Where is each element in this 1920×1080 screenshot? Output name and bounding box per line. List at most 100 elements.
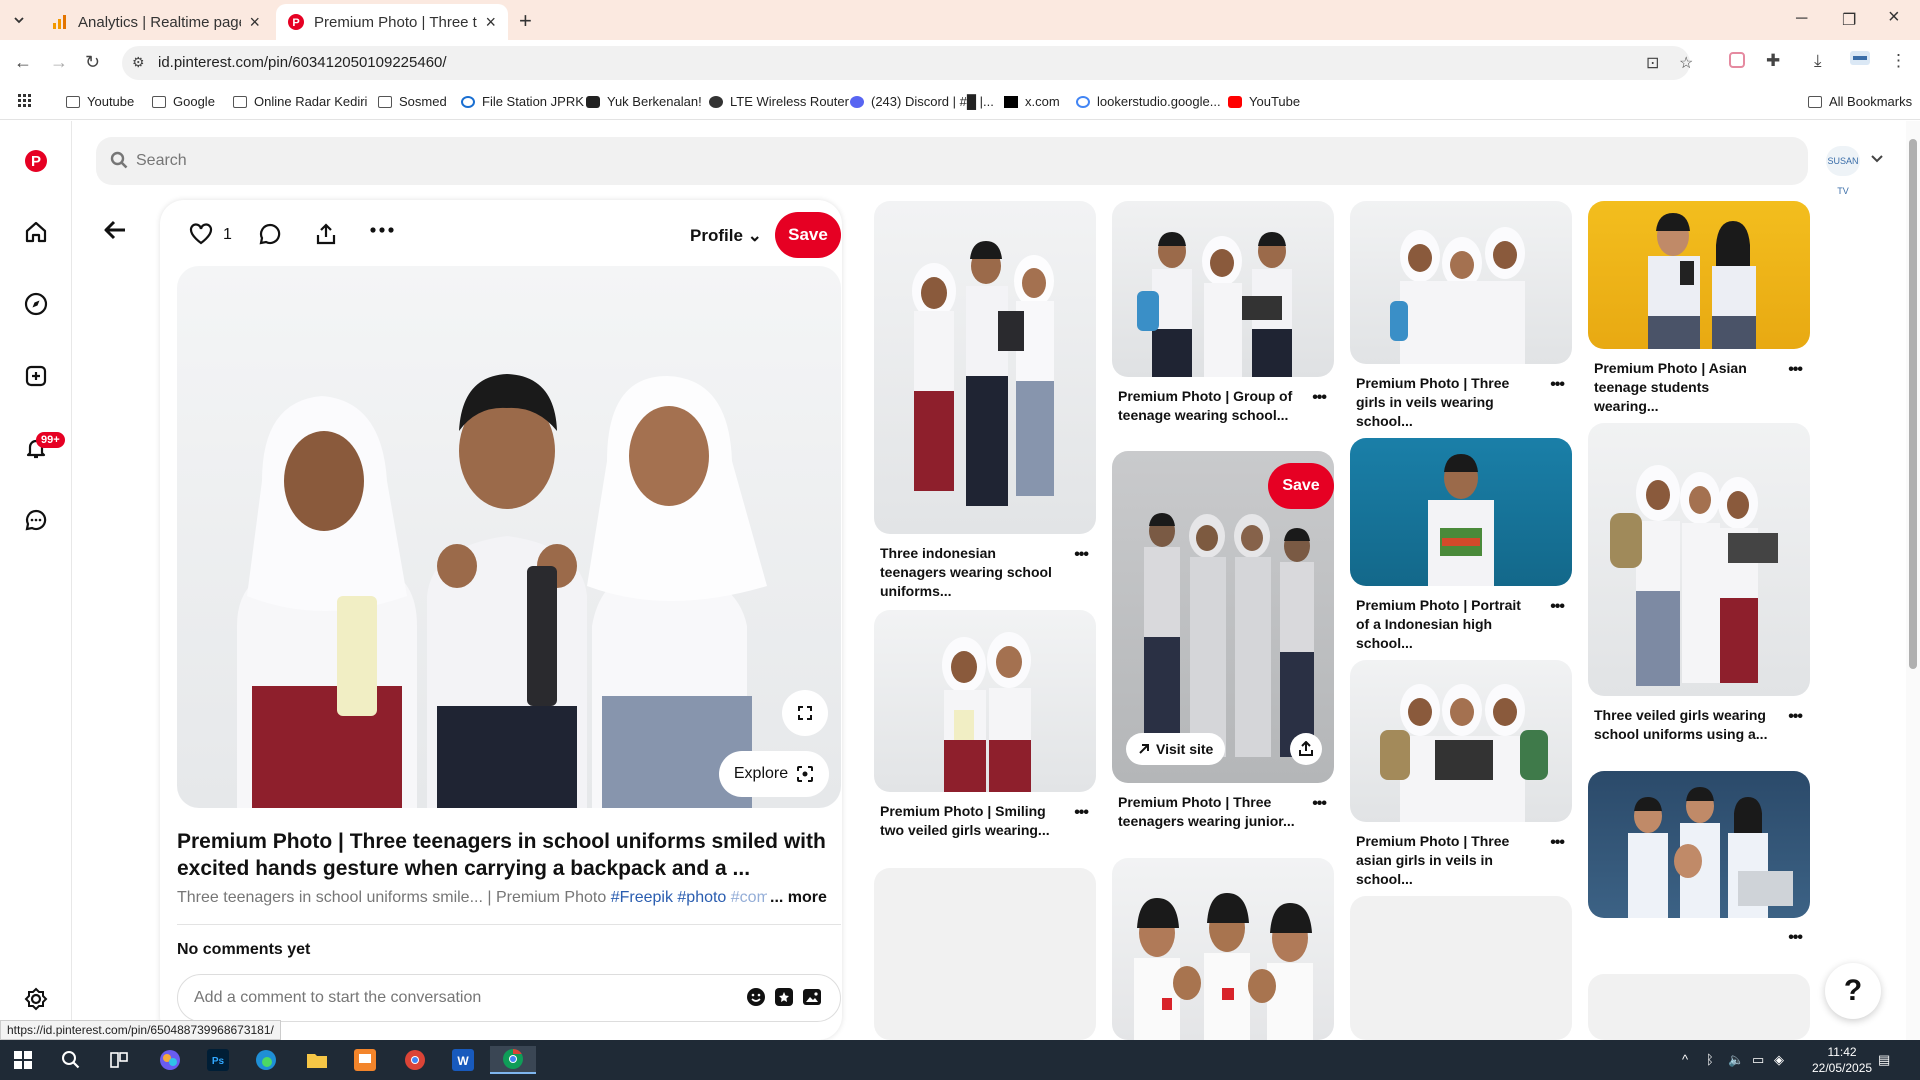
bluetooth-icon[interactable]: ᛒ bbox=[1706, 1052, 1714, 1067]
edge-icon[interactable] bbox=[251, 1046, 281, 1074]
help-button[interactable]: ? bbox=[1825, 963, 1881, 1019]
expand-icon[interactable] bbox=[782, 690, 828, 736]
display-icon[interactable]: ▭ bbox=[1752, 1052, 1764, 1068]
notifications-center-icon[interactable]: ▤ bbox=[1878, 1052, 1890, 1068]
bookmark-youtube[interactable]: YouTube bbox=[1228, 94, 1300, 109]
scrollbar-thumb[interactable] bbox=[1909, 139, 1917, 669]
more-options-icon[interactable]: ••• bbox=[1550, 834, 1565, 852]
forward-icon[interactable]: → bbox=[50, 52, 68, 73]
pin-image[interactable] bbox=[1588, 201, 1810, 349]
network-icon[interactable]: ◈ bbox=[1774, 1052, 1784, 1068]
bookmark-lookerstudio[interactable]: lookerstudio.google... bbox=[1076, 94, 1221, 109]
address-bar[interactable]: ⚙ id.pinterest.com/pin/60341205010922546… bbox=[122, 46, 1693, 80]
chrome-profile-icon[interactable] bbox=[400, 1046, 430, 1074]
minimize-icon[interactable]: ─ bbox=[1796, 10, 1807, 28]
hashtag-link[interactable]: #photo bbox=[677, 889, 726, 906]
save-button[interactable]: Save bbox=[1268, 463, 1334, 509]
pin-card[interactable]: Three veiled girls wearing school unifor… bbox=[1588, 423, 1810, 744]
pin-card[interactable]: ••• bbox=[1588, 771, 1810, 946]
install-app-icon[interactable]: ⊡ bbox=[1646, 53, 1659, 73]
settings-icon[interactable] bbox=[24, 987, 48, 1011]
extension-icon[interactable] bbox=[1728, 51, 1746, 69]
more-options-icon[interactable]: ••• bbox=[1788, 929, 1803, 947]
new-tab-icon[interactable]: + bbox=[519, 8, 532, 34]
bookmark-discord[interactable]: (243) Discord | #█ |... bbox=[850, 94, 994, 109]
home-icon[interactable] bbox=[24, 220, 48, 244]
pin-image[interactable] bbox=[1350, 201, 1572, 364]
more-options-icon[interactable]: ••• bbox=[1550, 598, 1565, 616]
pin-card-hovered[interactable]: Save Visit site Premium Photo | Three te… bbox=[1112, 451, 1334, 831]
task-view-icon[interactable] bbox=[104, 1046, 134, 1074]
visit-site-button[interactable]: Visit site bbox=[1126, 733, 1226, 765]
emoji-icon[interactable] bbox=[746, 987, 766, 1007]
bookmark-google-folder[interactable]: Google bbox=[152, 94, 215, 109]
pin-image[interactable] bbox=[874, 610, 1096, 792]
apps-grid-icon[interactable] bbox=[18, 94, 32, 108]
tab-analytics[interactable]: Analytics | Realtime pages × bbox=[40, 4, 272, 40]
comment-icon[interactable] bbox=[259, 223, 281, 245]
volume-muted-icon[interactable]: 🔈 bbox=[1728, 1052, 1744, 1068]
close-window-icon[interactable]: × bbox=[1888, 6, 1900, 29]
pin-image[interactable] bbox=[874, 201, 1096, 534]
more-options-icon[interactable]: ••• bbox=[1074, 804, 1089, 822]
explore-button[interactable]: Explore bbox=[719, 751, 829, 797]
pin-card[interactable]: Premium Photo | Smiling two veiled girls… bbox=[874, 610, 1096, 840]
close-tab-icon[interactable]: × bbox=[249, 12, 260, 33]
pin-image[interactable] bbox=[1112, 858, 1334, 1040]
pin-card[interactable]: Premium Photo | Group of teenage wearing… bbox=[1112, 201, 1334, 425]
pin-card[interactable]: Premium Photo | Three girls in veils wea… bbox=[1350, 201, 1572, 431]
scrollbar[interactable] bbox=[1906, 121, 1920, 1040]
profile-dropdown[interactable]: Profile ⌄ bbox=[690, 226, 762, 246]
pin-card[interactable]: Premium Photo | Portrait of a Indonesian… bbox=[1350, 438, 1572, 653]
pin-card[interactable]: Premium Photo | Asian teenage students w… bbox=[1588, 201, 1810, 416]
search-input[interactable]: Search bbox=[96, 137, 1808, 185]
all-bookmarks[interactable]: All Bookmarks bbox=[1808, 94, 1912, 109]
account-avatar[interactable]: SUSAN TV bbox=[1826, 146, 1860, 196]
copilot-icon[interactable] bbox=[155, 1046, 185, 1074]
pin-image[interactable] bbox=[1350, 438, 1572, 586]
pin-card[interactable]: Premium Photo | Three asian girls in vei… bbox=[1350, 660, 1572, 889]
more-options-icon[interactable]: ••• bbox=[1074, 546, 1089, 564]
file-explorer-icon[interactable] bbox=[302, 1046, 332, 1074]
more-options-icon[interactable]: ••• bbox=[1312, 389, 1327, 407]
save-button[interactable]: Save bbox=[775, 212, 841, 258]
bookmark-sosmed[interactable]: Sosmed bbox=[378, 94, 447, 109]
heart-icon[interactable] bbox=[189, 223, 213, 245]
restore-icon[interactable]: ❐ bbox=[1842, 10, 1856, 30]
back-icon[interactable]: ← bbox=[14, 52, 32, 73]
bookmark-file-station[interactable]: File Station JPRK bbox=[461, 94, 584, 109]
pin-image[interactable] bbox=[1112, 201, 1334, 377]
windows-start-icon[interactable] bbox=[8, 1046, 38, 1074]
extensions-puzzle-icon[interactable]: ✚ bbox=[1766, 51, 1780, 71]
more-link[interactable]: ... more bbox=[770, 889, 827, 907]
messages-icon[interactable] bbox=[24, 508, 48, 532]
close-tab-icon[interactable]: × bbox=[485, 12, 496, 33]
back-arrow-icon[interactable] bbox=[103, 220, 127, 240]
image-upload-icon[interactable] bbox=[802, 987, 822, 1007]
share-icon[interactable] bbox=[315, 223, 337, 245]
chevron-down-icon[interactable] bbox=[1870, 152, 1884, 166]
search-icon[interactable] bbox=[56, 1046, 86, 1074]
bookmark-x[interactable]: x.com bbox=[1004, 94, 1060, 109]
bookmark-yuk-berkenalan[interactable]: Yuk Berkenalan! bbox=[586, 94, 702, 109]
pin-image[interactable] bbox=[1588, 423, 1810, 696]
pin-card-loading[interactable] bbox=[1350, 896, 1572, 1040]
pin-main-image[interactable] bbox=[177, 266, 841, 808]
pin-card-loading[interactable] bbox=[874, 868, 1096, 1040]
profile-avatar-icon[interactable] bbox=[1850, 51, 1870, 65]
more-options-icon[interactable] bbox=[370, 226, 394, 234]
download-icon[interactable]: ⤓ bbox=[1814, 51, 1822, 71]
word-icon[interactable]: W bbox=[448, 1046, 478, 1074]
chrome-icon[interactable] bbox=[490, 1046, 536, 1074]
reload-icon[interactable]: ↻ bbox=[85, 52, 100, 73]
pin-card[interactable] bbox=[1112, 858, 1334, 1040]
bookmark-youtube-folder[interactable]: Youtube bbox=[66, 94, 134, 109]
hashtag-link[interactable]: #com bbox=[731, 889, 767, 906]
tray-chevron-icon[interactable]: ^ bbox=[1682, 1052, 1688, 1067]
bookmark-star-icon[interactable]: ☆ bbox=[1679, 53, 1693, 73]
create-icon[interactable] bbox=[24, 364, 48, 388]
share-icon[interactable] bbox=[1290, 733, 1322, 765]
explore-icon[interactable] bbox=[24, 292, 48, 316]
taskbar-clock[interactable]: 11:42 22/05/2025 bbox=[1812, 1044, 1872, 1076]
more-options-icon[interactable]: ••• bbox=[1788, 708, 1803, 726]
